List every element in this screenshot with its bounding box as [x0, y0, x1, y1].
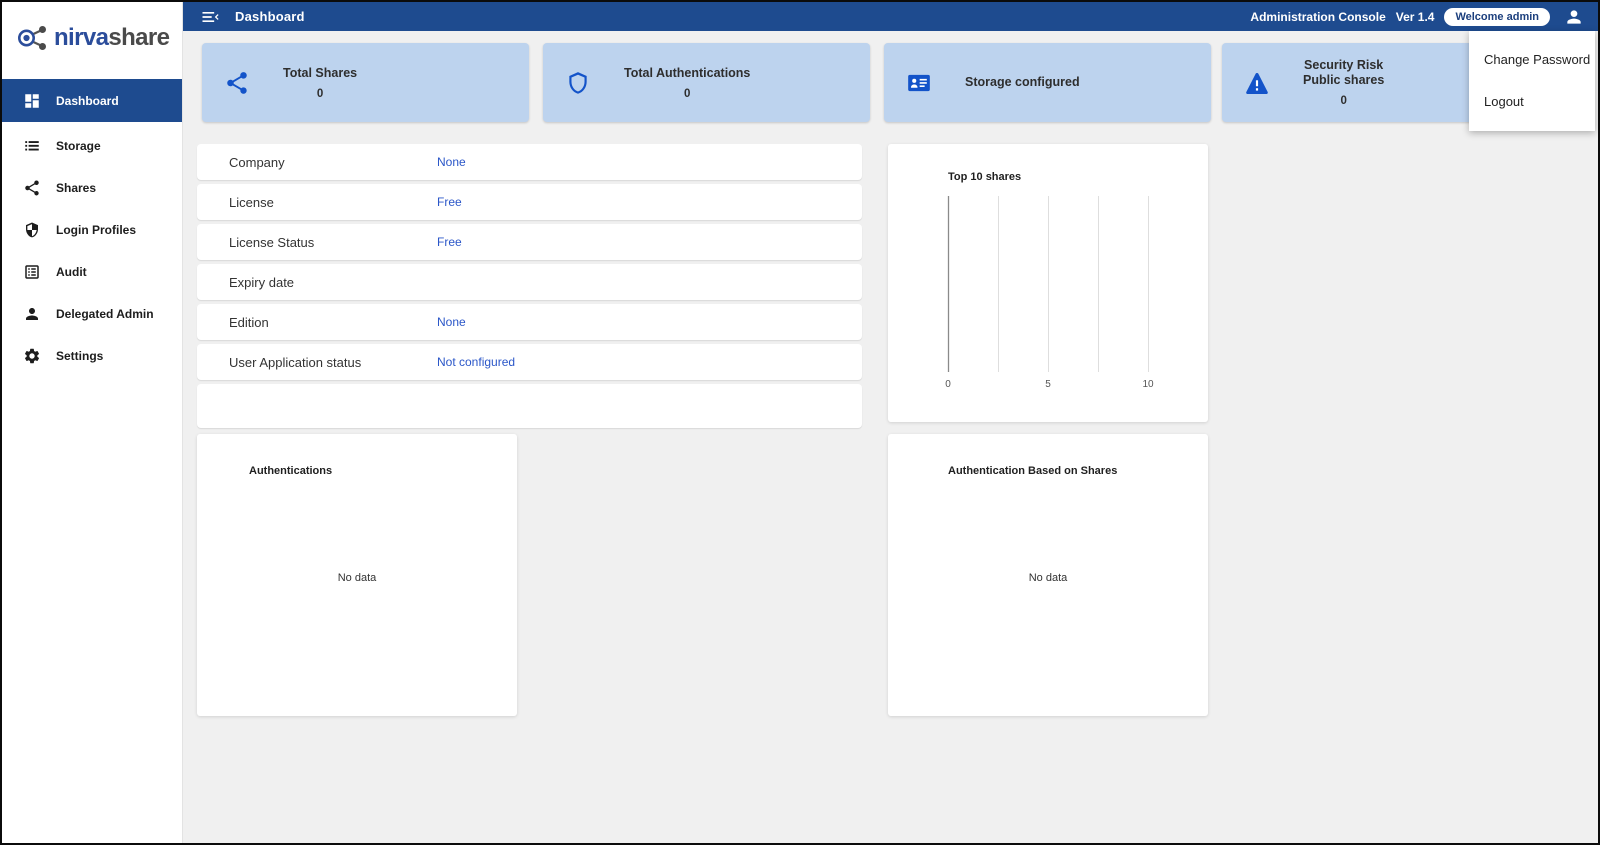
- sidebar-item-storage[interactable]: Storage: [2, 125, 182, 167]
- share-icon: [224, 70, 250, 96]
- app-window: nirvashare Dashboard Storage Shares: [0, 0, 1600, 845]
- gear-icon: [23, 347, 41, 365]
- auth-based-on-shares-chart-panel: Authentication Based on Shares No data: [888, 434, 1208, 716]
- license-info-list: Company None License Free License Status…: [197, 144, 862, 428]
- sidebar-item-label: Shares: [56, 181, 96, 195]
- page-title: Dashboard: [235, 9, 305, 24]
- dashboard-icon: [23, 92, 41, 110]
- sidebar-item-settings[interactable]: Settings: [2, 335, 182, 377]
- info-row-license-status: License Status Free: [197, 224, 862, 260]
- shield-outline-icon: [565, 70, 591, 96]
- chart-title: Authentication Based on Shares: [948, 465, 1117, 477]
- info-row-expiry-date: Expiry date: [197, 264, 862, 300]
- stat-value: 0: [283, 88, 357, 100]
- sidebar-item-label: Storage: [56, 139, 101, 153]
- stat-card-total-shares[interactable]: Total Shares 0: [202, 43, 529, 122]
- topbar-right: Administration Console Ver 1.4 Welcome a…: [1250, 7, 1584, 27]
- share-nodes-logo-icon: [15, 24, 49, 52]
- main-content: Total Shares 0 Total Authentications 0 S…: [183, 31, 1598, 843]
- top-10-shares-chart-panel: Top 10 shares 0 5 10: [888, 144, 1208, 422]
- bar-chart-axes: 0 5 10: [888, 144, 1208, 422]
- sidebar-item-delegated-admin[interactable]: Delegated Admin: [2, 293, 182, 335]
- no-data-message: No data: [888, 572, 1208, 584]
- share-icon: [23, 179, 41, 197]
- person-icon: [23, 305, 41, 323]
- warning-triangle-icon: [1244, 70, 1270, 96]
- stat-value: 0: [1303, 95, 1384, 107]
- stat-title-line2: Public shares: [1303, 73, 1384, 88]
- nirvashare-logo: nirvashare: [2, 2, 182, 58]
- sidebar-item-label: Audit: [56, 265, 87, 279]
- sidebar-item-label: Settings: [56, 349, 103, 363]
- info-row-edition: Edition None: [197, 304, 862, 340]
- info-label: License Status: [229, 235, 314, 250]
- logo-wordmark: nirvashare: [54, 24, 169, 52]
- storage-list-icon: [23, 137, 41, 155]
- stat-title: Total Shares: [283, 66, 357, 81]
- sidebar-item-audit[interactable]: Audit: [2, 251, 182, 293]
- menu-collapse-icon[interactable]: [200, 7, 220, 27]
- authentications-chart-panel: Authentications No data: [197, 434, 517, 716]
- sidebar-item-label: Delegated Admin: [56, 307, 154, 321]
- sidebar-item-label: Login Profiles: [56, 223, 136, 237]
- info-label: User Application status: [229, 355, 361, 370]
- info-label: Company: [229, 155, 285, 170]
- version-label: Ver 1.4: [1396, 10, 1435, 24]
- topbar: Dashboard Administration Console Ver 1.4…: [183, 2, 1598, 31]
- x-tick-5: 5: [1045, 379, 1051, 390]
- x-tick-0: 0: [945, 379, 951, 390]
- sidebar-item-label: Dashboard: [56, 94, 119, 108]
- sidebar: nirvashare Dashboard Storage Shares: [2, 2, 183, 843]
- sidebar-item-shares[interactable]: Shares: [2, 167, 182, 209]
- menu-item-logout[interactable]: Logout: [1469, 81, 1595, 123]
- id-card-icon: [906, 70, 932, 96]
- sidebar-item-login-profiles[interactable]: Login Profiles: [2, 209, 182, 251]
- sidebar-item-dashboard[interactable]: Dashboard: [2, 79, 182, 122]
- info-label: Expiry date: [229, 275, 294, 290]
- menu-item-change-password[interactable]: Change Password: [1469, 39, 1595, 81]
- x-tick-10: 10: [1142, 379, 1154, 390]
- sidebar-nav: Dashboard Storage Shares Login Profiles: [2, 79, 182, 377]
- chart-title: Authentications: [249, 465, 332, 477]
- info-list-footer-spacer: [197, 384, 862, 428]
- no-data-message: No data: [197, 572, 517, 584]
- info-value-link[interactable]: Not configured: [437, 355, 515, 369]
- console-label: Administration Console: [1250, 10, 1385, 24]
- info-label: License: [229, 195, 274, 210]
- info-value-link[interactable]: Free: [437, 235, 462, 249]
- security-shield-icon: [23, 221, 41, 239]
- info-row-user-app-status: User Application status Not configured: [197, 344, 862, 380]
- stat-title: Storage configured: [965, 75, 1080, 90]
- stat-card-total-authentications[interactable]: Total Authentications 0: [543, 43, 870, 122]
- stat-value: 0: [624, 88, 750, 100]
- info-row-license: License Free: [197, 184, 862, 220]
- stat-title: Total Authentications: [624, 66, 750, 81]
- stat-card-storage-configured[interactable]: Storage configured: [884, 43, 1211, 122]
- info-label: Edition: [229, 315, 269, 330]
- info-value-link[interactable]: Free: [437, 195, 462, 209]
- info-value-link[interactable]: None: [437, 155, 466, 169]
- stat-title: Security Risk: [1303, 58, 1384, 73]
- audit-list-icon: [23, 263, 41, 281]
- user-account-icon[interactable]: [1564, 7, 1584, 27]
- info-value-link[interactable]: None: [437, 315, 466, 329]
- user-dropdown-menu: Change Password Logout: [1469, 31, 1595, 131]
- welcome-admin-badge[interactable]: Welcome admin: [1444, 8, 1550, 26]
- info-row-company: Company None: [197, 144, 862, 180]
